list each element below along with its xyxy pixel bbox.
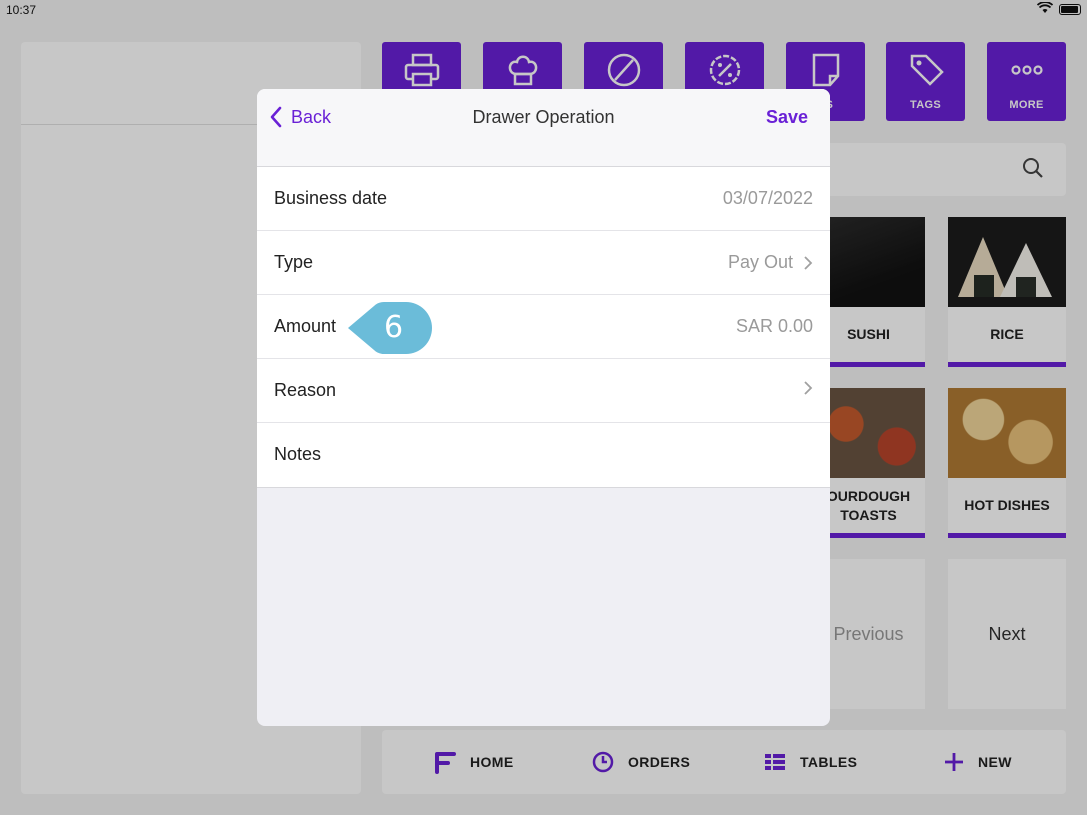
step-callout: 6 [348, 301, 434, 355]
type-row[interactable]: Type Pay Out [257, 231, 830, 295]
business-date-row[interactable]: Business date 03/07/2022 [257, 167, 830, 231]
callout-number: 6 [384, 310, 404, 345]
business-date-value: 03/07/2022 [723, 188, 813, 209]
chevron-right-icon [804, 381, 813, 395]
amount-label: Amount [274, 316, 337, 336]
reason-label: Reason [274, 380, 337, 400]
amount-value[interactable]: SAR 0.00 [736, 316, 813, 337]
type-value: Pay Out [728, 252, 813, 273]
business-date-label: Business date [274, 188, 388, 208]
type-label: Type [274, 252, 314, 272]
amount-row[interactable]: Amount SAR 0.00 [257, 295, 830, 359]
chevron-right-icon [804, 255, 813, 270]
type-text: Pay Out [727, 252, 793, 272]
drawer-operation-modal: Back Drawer Operation Save Business date… [257, 89, 830, 726]
business-date-text: 03/07/2022 [722, 188, 813, 208]
amount-text: SAR 0.00 [735, 316, 813, 336]
drawer-operation-form: Business date 03/07/2022 Type Pay Out Am… [257, 167, 830, 488]
notes-row[interactable]: Notes [257, 423, 830, 487]
reason-row[interactable]: Reason [257, 359, 830, 423]
modal-header: Back Drawer Operation Save [257, 89, 830, 167]
notes-label: Notes [274, 444, 322, 464]
modal-title: Drawer Operation [472, 107, 615, 127]
save-button[interactable]: Save [766, 107, 808, 128]
reason-value [793, 380, 813, 396]
